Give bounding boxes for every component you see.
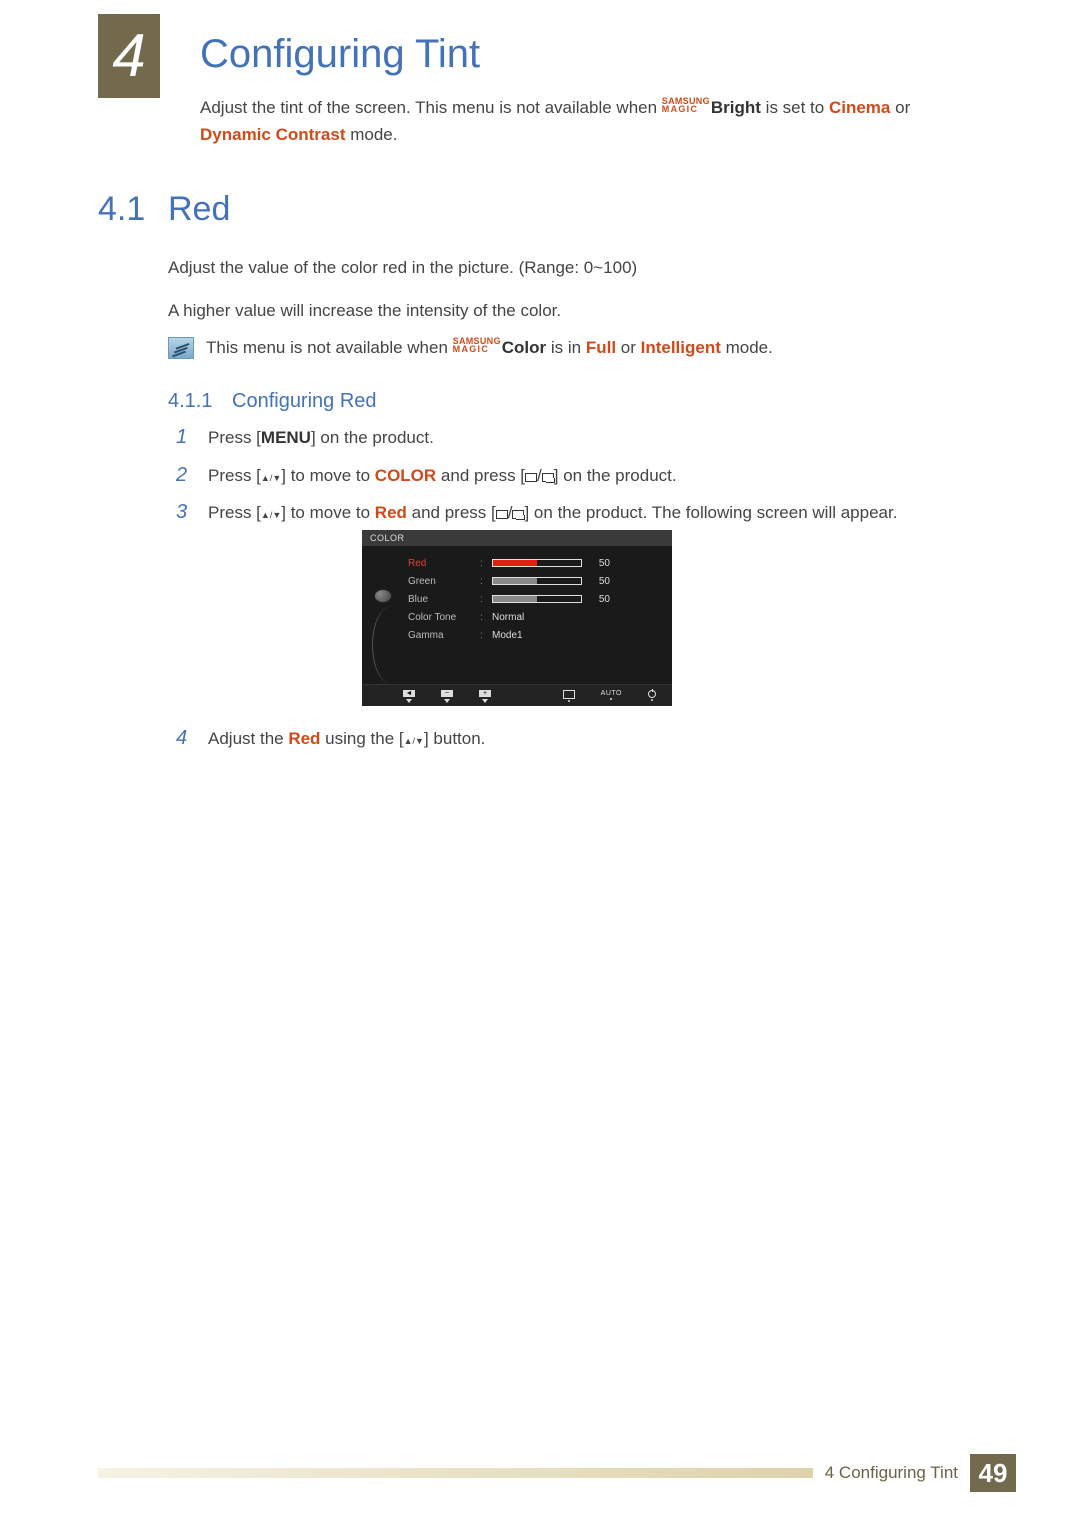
osd-footer: ◄ − + AUTO [362, 684, 672, 706]
step-number: 4 [176, 727, 194, 750]
subsection-number: 4.1.1 [168, 390, 212, 413]
enter-icon [525, 473, 537, 482]
intro-paragraph: Adjust the tint of the screen. This menu… [200, 94, 960, 148]
osd-title: COLOR [362, 530, 672, 546]
up-down-icon [261, 503, 281, 522]
step-number: 2 [176, 464, 194, 487]
osd-row-label: Red [404, 558, 474, 569]
chapter-tab: 4 [98, 14, 160, 98]
colon: : [480, 594, 486, 605]
osd-minus-icon: − [440, 689, 454, 703]
osd-value: 50 [588, 576, 610, 587]
page-title: Configuring Tint [200, 32, 480, 77]
osd-row-label: Green [404, 576, 474, 587]
osd-row-color-tone: Color Tone: Normal [404, 608, 662, 626]
osd-row-label: Color Tone [404, 612, 474, 623]
colon: : [480, 558, 486, 569]
step-1: 1 Press [MENU] on the product. [176, 425, 960, 451]
osd-value: Mode1 [492, 630, 523, 641]
samsung-magic-label: SAMSUNGMAGIC [662, 97, 711, 113]
step-number: 1 [176, 426, 194, 449]
osd-row-red: Red: 50 [404, 554, 662, 572]
note-text: This menu is not available when SAMSUNGM… [206, 335, 773, 361]
osd-slider [492, 595, 582, 603]
page-footer: 4 Configuring Tint 49 [98, 1454, 1016, 1492]
up-down-icon [404, 729, 424, 748]
osd-value: 50 [588, 594, 610, 605]
note-icon [168, 337, 194, 359]
body-text-1: Adjust the value of the color red in the… [168, 255, 960, 281]
chapter-number: 4 [112, 26, 145, 86]
osd-slider [492, 559, 582, 567]
step-3: 3 Press [] to move to Red and press [/] … [176, 500, 960, 526]
osd-row-green: Green: 50 [404, 572, 662, 590]
osd-slider [492, 577, 582, 585]
osd-value: Normal [492, 612, 524, 623]
bright-word: Bright [711, 98, 761, 117]
colon: : [480, 612, 486, 623]
cinema-word: Cinema [829, 98, 890, 117]
osd-back-icon: ◄ [402, 689, 416, 703]
note-row: This menu is not available when SAMSUNGM… [168, 335, 960, 361]
colon: : [480, 630, 486, 641]
section-number: 4.1 [98, 190, 145, 229]
osd-row-blue: Blue: 50 [404, 590, 662, 608]
palette-icon [375, 590, 391, 602]
step-number: 3 [176, 501, 194, 524]
osd-side-column [362, 546, 404, 684]
page-number: 49 [970, 1454, 1016, 1492]
osd-row-label: Blue [404, 594, 474, 605]
osd-row-label: Gamma [404, 630, 474, 641]
colon: : [480, 576, 486, 587]
step-4: 4 Adjust the Red using the [] button. [176, 726, 960, 752]
osd-power-icon [648, 690, 656, 702]
source-icon [542, 473, 554, 482]
body-text-2: A higher value will increase the intensi… [168, 298, 960, 324]
intro-text: Adjust the tint of the screen. This menu… [200, 98, 662, 117]
footer-chapter-label: 4 Configuring Tint [813, 1463, 970, 1483]
osd-enter-icon [563, 690, 575, 702]
osd-panel: COLOR Red: 50 Green: 50 Blue: 50 Color Tone: No… [362, 530, 672, 706]
osd-row-gamma: Gamma: Mode1 [404, 626, 662, 644]
osd-value: 50 [588, 558, 610, 569]
source-icon [512, 510, 524, 519]
step-2: 2 Press [] to move to COLOR and press [/… [176, 463, 960, 489]
footer-gradient [98, 1468, 813, 1478]
osd-rows: Red: 50 Green: 50 Blue: 50 Color Tone: Normal Ga… [404, 546, 672, 684]
subsection-title: Configuring Red [232, 390, 377, 413]
osd-plus-icon: + [478, 689, 492, 703]
section-title: Red [168, 190, 230, 229]
enter-icon [496, 510, 508, 519]
dynamic-contrast-word: Dynamic Contrast [200, 125, 345, 144]
osd-auto-label: AUTO [601, 690, 622, 702]
up-down-icon [261, 466, 281, 485]
samsung-magic-label: SAMSUNGMAGIC [453, 337, 502, 353]
osd-curve-decoration [372, 606, 394, 684]
